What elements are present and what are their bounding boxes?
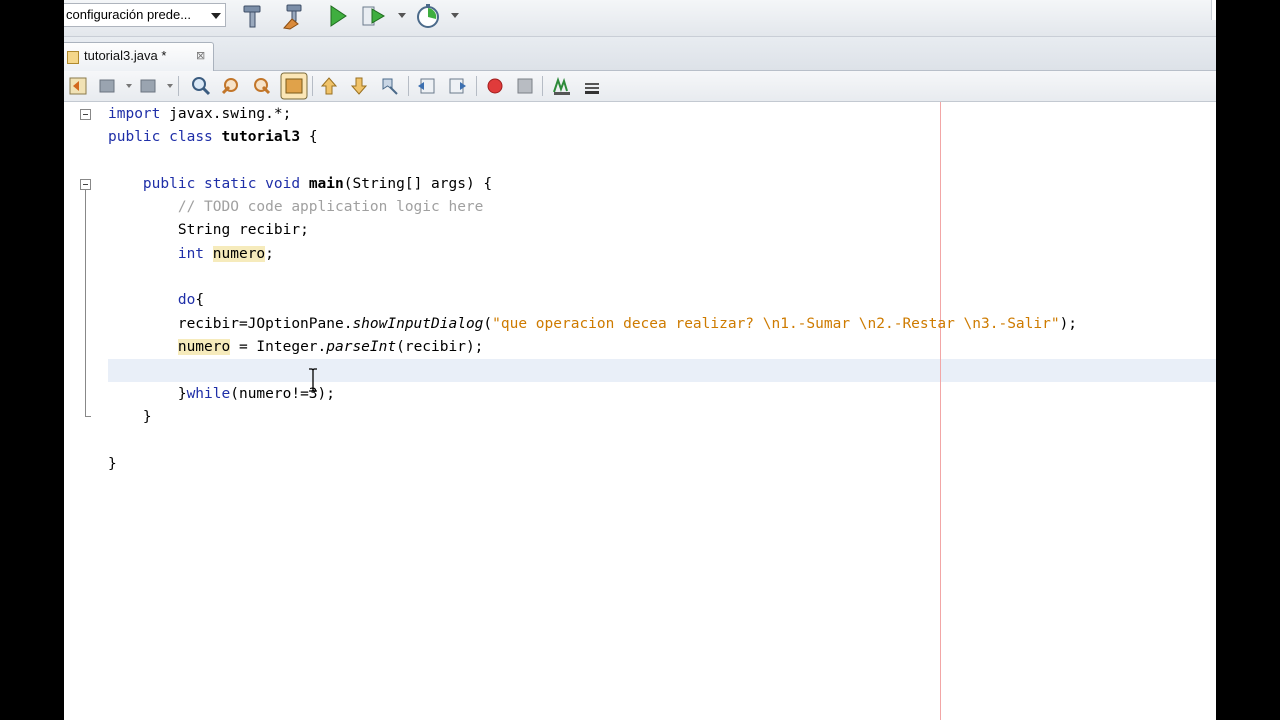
find-next-icon[interactable] — [250, 75, 272, 97]
toolbar-separator — [408, 76, 409, 96]
stop-macro-record-icon[interactable] — [514, 75, 536, 97]
start-macro-record-icon[interactable] — [484, 75, 506, 97]
toolbar-separator — [178, 76, 179, 96]
fold-end-marker — [85, 416, 91, 417]
toggle-bookmark-icon[interactable] — [378, 75, 400, 97]
current-line-highlight — [108, 359, 1216, 382]
code-line-10: recibir=JOptionPane.showInputDialog("que… — [177, 316, 1078, 332]
tab-tutorial3-java[interactable]: tutorial3.java * ⊠ — [64, 42, 214, 71]
code-line-11: numero = Integer.parseInt(recibir); — [177, 339, 484, 355]
java-file-icon — [67, 51, 79, 64]
text-cursor-icon — [309, 368, 317, 392]
build-hammer-icon[interactable] — [239, 2, 267, 30]
code-line-5: // TODO code application logic here — [177, 199, 484, 215]
toggle-highlight-search-icon[interactable] — [280, 72, 308, 100]
configuration-select-value: configuración prede... — [66, 7, 192, 22]
editor-toolbar — [64, 71, 1216, 102]
code-line-6: String recibir; — [177, 222, 309, 238]
code-line-9: do{ — [177, 292, 205, 308]
toolbar-corner — [1211, 0, 1216, 20]
run-icon[interactable] — [323, 2, 351, 30]
comment-icon[interactable] — [551, 75, 573, 97]
configuration-select[interactable]: configuración prede... — [64, 3, 226, 27]
fold-guide — [85, 190, 86, 416]
profile-icon[interactable] — [414, 2, 442, 30]
netbeans-ide-window: configuración prede... tutorial3.java * … — [64, 0, 1216, 720]
fold-collapse-icon[interactable] — [80, 179, 91, 190]
code-editor[interactable]: import javax.swing.*; public class tutor… — [64, 102, 1216, 720]
code-line-4: public static void main(String[] args) { — [142, 176, 493, 192]
editor-gutter — [64, 102, 104, 720]
editor-tab-bar: tutorial3.java * ⊠ — [64, 37, 1216, 71]
right-margin-line — [940, 102, 941, 720]
search-icon[interactable] — [190, 75, 212, 97]
tab-label: tutorial3.java * — [84, 48, 167, 63]
clean-build-icon[interactable] — [280, 2, 308, 30]
last-edit-icon[interactable] — [67, 75, 89, 97]
debug-icon[interactable] — [360, 2, 388, 30]
back-dropdown-icon[interactable] — [126, 84, 132, 88]
forward-dropdown-icon[interactable] — [167, 84, 173, 88]
code-line-2: public class tutorial3 { — [108, 129, 318, 145]
debug-dropdown-icon[interactable] — [398, 13, 406, 18]
profile-dropdown-icon[interactable] — [451, 13, 459, 18]
back-icon[interactable] — [97, 75, 119, 97]
main-toolbar: configuración prede... — [64, 0, 1216, 37]
previous-bookmark-icon[interactable] — [318, 75, 340, 97]
code-line-16: } — [108, 456, 117, 472]
chevron-down-icon — [211, 13, 221, 19]
next-bookmark-icon[interactable] — [348, 75, 370, 97]
toolbar-separator — [312, 76, 313, 96]
code-line-7: int numero; — [177, 246, 274, 262]
forward-icon[interactable] — [138, 75, 160, 97]
shift-left-icon[interactable] — [416, 75, 438, 97]
shift-right-icon[interactable] — [446, 75, 468, 97]
toolbar-separator — [542, 76, 543, 96]
code-line-14: } — [142, 409, 152, 425]
code-line-13: }while(numero!=3); — [177, 386, 335, 402]
code-line-1: import javax.swing.*; — [108, 106, 292, 122]
fold-collapse-icon[interactable] — [80, 109, 91, 120]
uncomment-icon[interactable] — [581, 75, 603, 97]
toolbar-separator — [476, 76, 477, 96]
find-previous-icon[interactable] — [220, 75, 242, 97]
close-icon[interactable]: ⊠ — [196, 49, 205, 62]
